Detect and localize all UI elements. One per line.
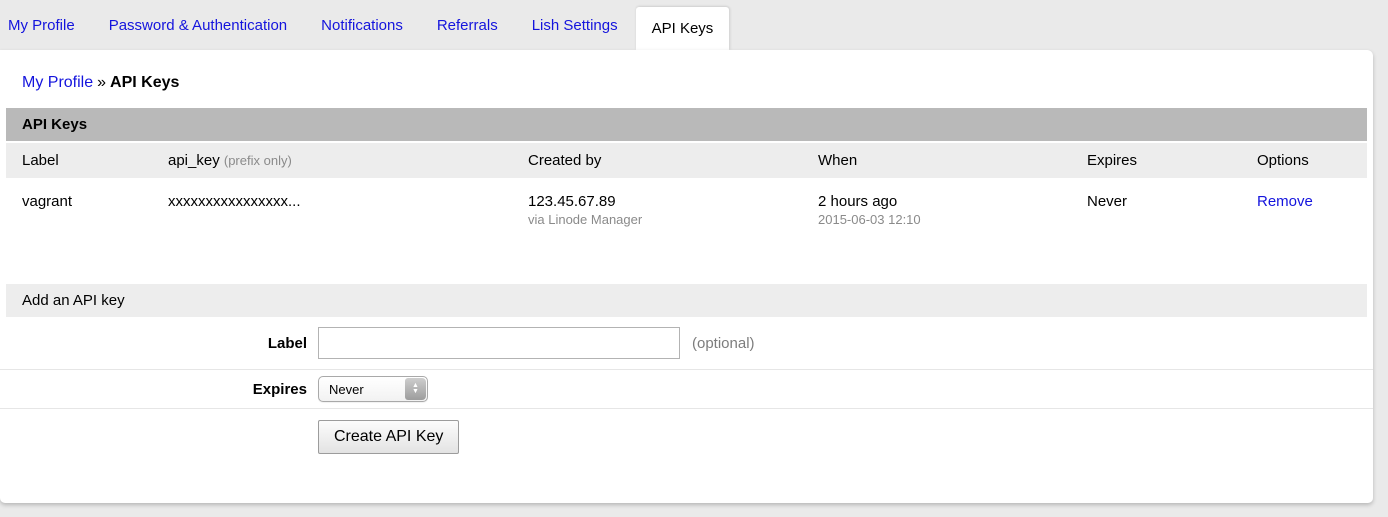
cell-options: Remove — [1257, 193, 1367, 227]
remove-key-link[interactable]: Remove — [1257, 193, 1313, 210]
api-keys-table: API Keys Label api_key (prefix only) Cre… — [6, 108, 1367, 240]
expires-select[interactable]: Never ▲ ▼ — [318, 376, 428, 402]
cell-key-label: vagrant — [22, 193, 168, 227]
tab-lish-settings[interactable]: Lish Settings — [532, 17, 618, 34]
table-title: API Keys — [6, 108, 1367, 141]
table-row: vagrant xxxxxxxxxxxxxxxx... 123.45.67.89… — [6, 180, 1367, 240]
column-header-api-key-note: (prefix only) — [224, 153, 292, 168]
expires-field-label: Expires — [0, 381, 318, 398]
breadcrumb-separator: » — [97, 74, 106, 91]
select-stepper-icon: ▲ ▼ — [405, 378, 426, 400]
form-row-expires: Expires Never ▲ ▼ — [0, 369, 1373, 408]
when-relative: 2 hours ago — [818, 193, 1087, 210]
tab-api-keys[interactable]: API Keys — [636, 7, 730, 50]
breadcrumb: My Profile»API Keys — [0, 50, 1373, 108]
column-header-expires: Expires — [1087, 152, 1257, 169]
when-timestamp: 2015-06-03 12:10 — [818, 212, 1087, 227]
column-header-api-key-text: api_key — [168, 152, 220, 169]
form-row-submit: Create API Key — [0, 408, 1373, 454]
table-header-row: Label api_key (prefix only) Created by W… — [6, 143, 1367, 178]
add-api-key-form: Add an API key Label (optional) Expires … — [0, 284, 1373, 454]
create-api-key-button[interactable]: Create API Key — [318, 420, 459, 454]
chevron-down-icon: ▼ — [412, 389, 419, 395]
label-input[interactable] — [318, 327, 680, 359]
cell-when: 2 hours ago 2015-06-03 12:10 — [818, 193, 1087, 227]
column-header-options: Options — [1257, 152, 1367, 169]
cell-created-by: 123.45.67.89 via Linode Manager — [528, 193, 818, 227]
expires-selected-value: Never — [329, 382, 364, 397]
tab-my-profile[interactable]: My Profile — [8, 17, 75, 34]
column-header-api-key: api_key (prefix only) — [168, 152, 528, 169]
cell-expires: Never — [1087, 193, 1257, 227]
breadcrumb-current: API Keys — [110, 74, 179, 91]
column-header-when: When — [818, 152, 1087, 169]
column-header-created-by: Created by — [528, 152, 818, 169]
created-by-ip: 123.45.67.89 — [528, 193, 818, 210]
profile-tab-bar: My Profile Password & Authentication Not… — [0, 0, 1388, 50]
breadcrumb-my-profile-link[interactable]: My Profile — [22, 74, 93, 91]
column-header-label: Label — [22, 152, 168, 169]
tab-referrals[interactable]: Referrals — [437, 17, 498, 34]
label-field-label: Label — [0, 335, 318, 352]
tab-notifications[interactable]: Notifications — [321, 17, 403, 34]
form-row-label: Label (optional) — [0, 317, 1373, 369]
created-by-via: via Linode Manager — [528, 212, 818, 227]
tab-password-authentication[interactable]: Password & Authentication — [109, 17, 287, 34]
cell-api-key-prefix: xxxxxxxxxxxxxxxx... — [168, 193, 528, 227]
content-panel: My Profile»API Keys API Keys Label api_k… — [0, 50, 1373, 503]
label-optional-note: (optional) — [692, 335, 755, 352]
form-title: Add an API key — [6, 284, 1367, 317]
